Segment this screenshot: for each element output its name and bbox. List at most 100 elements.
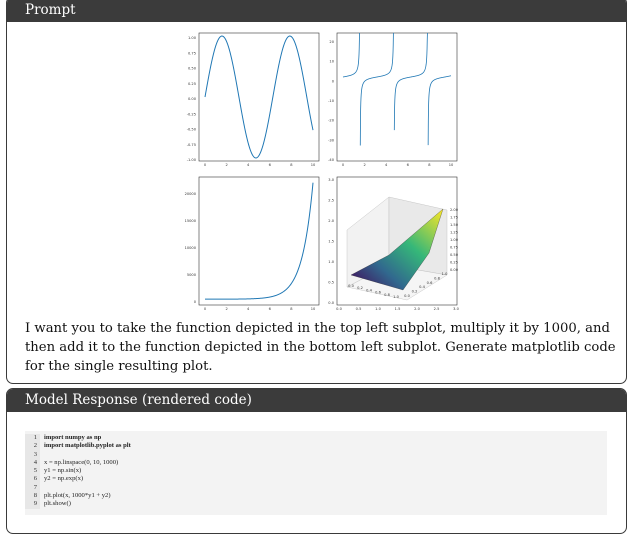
- tick-label: 20000: [185, 192, 197, 196]
- tick-label: 1.0: [442, 272, 448, 276]
- tick-label: 0.2: [357, 286, 363, 290]
- tick-label: 0.50: [450, 253, 459, 257]
- tick-label: 1.5: [395, 307, 401, 311]
- tick-label: 10: [329, 60, 334, 64]
- tick-label: 0: [342, 163, 345, 167]
- code-line: 2 import matplotlib.pyplot as plt: [25, 442, 607, 451]
- tick-label: 0: [204, 163, 207, 167]
- tick-label: 0.00: [188, 97, 197, 101]
- code-line: 6 y2 = np.exp(x): [25, 475, 607, 484]
- subplot-bottom-left-frame: [198, 176, 320, 306]
- tick-label: 0.0: [328, 301, 334, 305]
- code-text: import matplotlib.pyplot as plt: [44, 442, 131, 450]
- tick-label: 0.0: [336, 307, 342, 311]
- code-line: 4 x = np.linspace(0, 10, 1000): [25, 458, 607, 468]
- code-text: plt.plot(x, 1000*y1 + y2): [44, 492, 111, 500]
- subplots-figure: 1.000.750.500.250.00-0.25-0.50-0.75-1.00…: [185, 32, 460, 311]
- tick-label: 2.0: [328, 219, 334, 223]
- tick-label: 1.5: [328, 240, 334, 244]
- tick-label: 8: [290, 307, 293, 311]
- tick-label: 2.0: [414, 307, 420, 311]
- tick-label: 3.0: [328, 178, 334, 182]
- tick-label: 0.6: [427, 281, 433, 285]
- tick-label: -20: [328, 119, 335, 123]
- tick-label: 1.0: [328, 260, 334, 264]
- code-line: 8 plt.plot(x, 1000*y1 + y2): [25, 492, 607, 501]
- tick-label: 0.00: [450, 268, 459, 272]
- tick-label: 20: [329, 40, 334, 44]
- tick-label: 1.75: [450, 216, 458, 220]
- tick-label: 0.5: [328, 281, 334, 285]
- line-number: 6: [25, 475, 40, 484]
- code-line: 9 plt.show(): [25, 500, 607, 509]
- tick-label: 0.8: [434, 276, 440, 280]
- prompt-header: Prompt: [7, 0, 626, 22]
- tick-label: 2: [225, 307, 227, 311]
- tick-label: 8: [428, 163, 431, 167]
- tick-label: 8: [290, 163, 293, 167]
- line-number: 3: [25, 450, 40, 459]
- tick-label: 10: [311, 307, 316, 311]
- tick-label: 0.0: [348, 284, 354, 288]
- tick-label: 0.8: [384, 293, 390, 297]
- tick-label: 6: [269, 307, 272, 311]
- tick-label: 0.75: [188, 51, 196, 55]
- tick-label: 2.5: [434, 307, 440, 311]
- tick-label: -0.25: [187, 112, 196, 116]
- tick-label: 1.25: [450, 231, 458, 235]
- tick-label: 0: [194, 300, 197, 304]
- tick-label: 0: [332, 79, 335, 83]
- prompt-panel: Prompt 1.00 0.75 0.50 0.25 0.00 -0.25 -0…: [6, 0, 627, 384]
- tick-label: 2: [225, 163, 227, 167]
- tick-label: 0.2: [412, 290, 418, 294]
- prompt-text: I want you to take the function depicted…: [25, 321, 616, 374]
- line-number: 8: [25, 492, 40, 501]
- tick-label: 0.75: [450, 246, 458, 250]
- tick-label: 0.25: [450, 261, 458, 265]
- tick-label: 0.25: [188, 82, 196, 86]
- code-line: 3: [25, 450, 607, 459]
- tick-label: 6: [407, 163, 410, 167]
- tick-label: 0: [204, 307, 207, 311]
- tick-label: 0.4: [366, 288, 372, 292]
- code-text: y2 = np.exp(x): [44, 475, 84, 483]
- tick-label: -1.00: [187, 158, 197, 162]
- code-text: import numpy as np: [44, 434, 102, 441]
- tick-label: 4: [247, 307, 250, 311]
- response-header: Model Response (rendered code): [7, 389, 626, 412]
- code-line: 5 y1 = np.sin(x): [25, 467, 607, 476]
- tick-label: 1.0: [375, 307, 381, 311]
- response-panel: Model Response (rendered code) 1 import n…: [6, 388, 627, 534]
- line-number: 2: [25, 442, 40, 451]
- tick-label: 1.00: [188, 36, 197, 40]
- tick-label: -10: [328, 99, 335, 103]
- tick-label: 0.4: [419, 285, 425, 289]
- tick-label: 0.0: [404, 294, 410, 298]
- tick-label: 2.5: [328, 199, 334, 203]
- tick-label: 4: [247, 163, 250, 167]
- tick-label: 10: [449, 163, 454, 167]
- tick-label: 6: [269, 163, 272, 167]
- tick-label: 5000: [187, 273, 197, 277]
- tick-label: 3.0: [453, 307, 459, 311]
- tick-label: 1.50: [450, 223, 459, 227]
- code-text: y1 = np.sin(x): [44, 467, 82, 475]
- tick-label: 0.50: [188, 67, 197, 71]
- tick-label: 1.00: [450, 238, 459, 242]
- tick-label: 10: [311, 163, 316, 167]
- tick-label: 15000: [185, 219, 197, 223]
- tick-label: 1.0: [393, 295, 399, 299]
- tick-label: 4: [385, 163, 388, 167]
- tick-label: -40: [328, 158, 335, 162]
- line-number: 9: [25, 500, 40, 509]
- line-number: 1: [25, 434, 40, 443]
- subplot-top-right-frame: [336, 32, 458, 162]
- subplot-top-left-frame: [198, 32, 320, 162]
- tick-label: -30: [328, 138, 335, 142]
- line-number: 4: [25, 458, 40, 468]
- tick-label: 2: [363, 163, 365, 167]
- line-number: 5: [25, 467, 40, 476]
- code-block: 1 import numpy as np 2 import matplotlib.py…: [25, 431, 607, 515]
